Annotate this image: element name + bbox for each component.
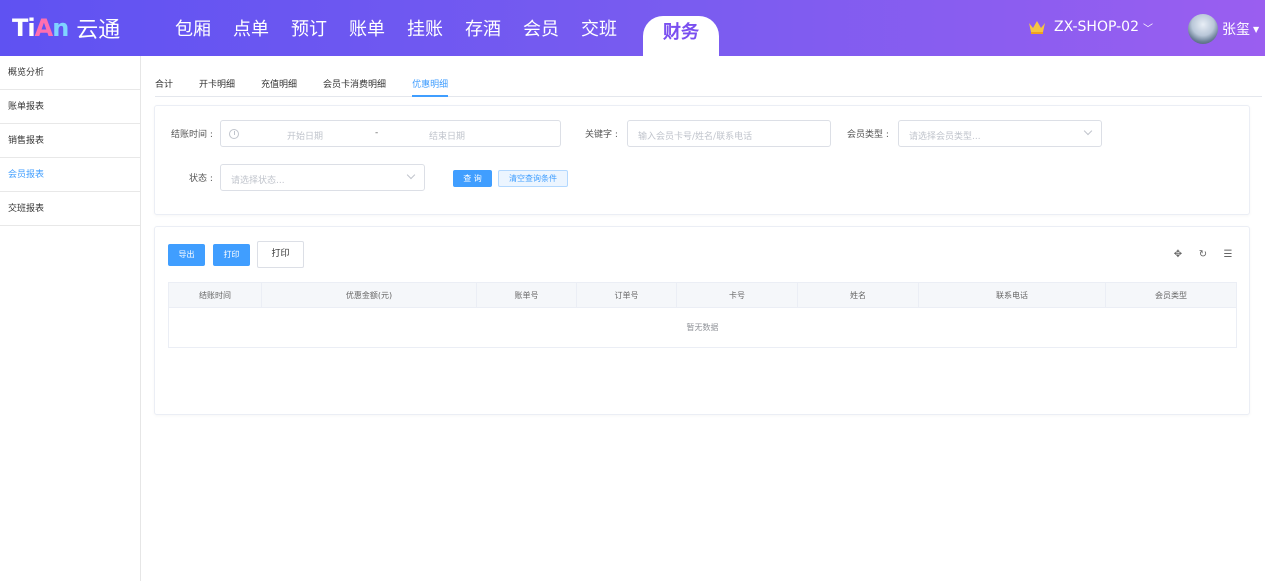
- clear-filters-button[interactable]: 清空查询条件: [498, 170, 568, 187]
- end-date-input[interactable]: 结束日期: [429, 129, 465, 142]
- keyword-input[interactable]: 输入会员卡号/姓名/联系电话: [627, 120, 831, 147]
- tab-recharge-detail[interactable]: 充值明细: [261, 66, 297, 96]
- clock-icon: [229, 129, 239, 139]
- chevron-down-icon: ﹀: [1142, 23, 1153, 35]
- status-select[interactable]: 请选择状态...: [220, 164, 425, 191]
- keyword-placeholder: 输入会员卡号/姓名/联系电话: [638, 132, 753, 142]
- settle-time-label: 结账时间 :: [171, 130, 213, 140]
- status-label: 状态 :: [189, 174, 213, 184]
- nav-item-member[interactable]: 会员: [523, 15, 559, 41]
- column-header[interactable]: 姓名: [798, 283, 919, 307]
- empty-state: 暂无数据: [686, 323, 719, 332]
- print-button[interactable]: 打印: [213, 244, 250, 266]
- nav-item-bill[interactable]: 账单: [349, 15, 385, 41]
- column-header[interactable]: 结账时间: [169, 283, 262, 307]
- shop-selector[interactable]: ZX-SHOP-02 ﹀: [1028, 19, 1153, 35]
- logo-text: 云通: [76, 18, 121, 43]
- export-button[interactable]: 导出: [168, 244, 205, 266]
- column-header[interactable]: 卡号: [677, 283, 798, 307]
- avatar: [1188, 14, 1218, 44]
- tab-discount-detail[interactable]: 优惠明细: [412, 66, 449, 97]
- shop-name: ZX-SHOP-02: [1054, 19, 1139, 35]
- column-header[interactable]: 账单号: [477, 283, 577, 307]
- nav-item-wine-storage[interactable]: 存酒: [465, 15, 501, 41]
- sidebar-item-shift-report[interactable]: 交班报表: [0, 192, 140, 226]
- print-button-secondary[interactable]: 打印: [257, 241, 304, 268]
- user-name: 张玺: [1222, 22, 1250, 38]
- discount-detail-table: 结账时间 优惠金额(元) 账单号 订单号 卡号 姓名 联系电话 会员类型 暂无数…: [168, 282, 1237, 348]
- nav-item-credit[interactable]: 挂账: [407, 15, 443, 41]
- member-type-placeholder: 请选择会员类型...: [909, 132, 981, 142]
- column-header[interactable]: 联系电话: [919, 283, 1106, 307]
- date-separator: -: [375, 128, 379, 138]
- move-icon[interactable]: ✥: [1171, 249, 1185, 261]
- column-header[interactable]: 优惠金额(元): [262, 283, 477, 307]
- chevron-down-icon: [1083, 126, 1093, 136]
- table-header: 结账时间 优惠金额(元) 账单号 订单号 卡号 姓名 联系电话 会员类型: [169, 283, 1236, 308]
- sidebar-item-member-report[interactable]: 会员报表: [0, 158, 140, 192]
- user-menu[interactable]: 张玺 ▼: [1188, 14, 1259, 44]
- nav-item-booth[interactable]: 包厢: [175, 15, 211, 41]
- sidebar-item-overview[interactable]: 概览分析: [0, 56, 140, 90]
- tab-card-consumption-detail[interactable]: 会员卡消费明细: [323, 66, 386, 96]
- filter-panel: 结账时间 : 开始日期 - 结束日期 关键字 : 输入会员卡号/姓名/联系电话 …: [154, 105, 1250, 215]
- main-nav: 包厢 点单 预订 账单 挂账 存酒 会员 交班 财务: [175, 0, 741, 56]
- column-header[interactable]: 会员类型: [1106, 283, 1236, 307]
- member-type-label: 会员类型 :: [847, 130, 889, 140]
- app-logo[interactable]: TiAn 云通: [12, 13, 120, 43]
- report-tabs: 合计 开卡明细 充值明细 会员卡消费明细 优惠明细: [155, 66, 1262, 97]
- sidebar-item-bill-report[interactable]: 账单报表: [0, 90, 140, 124]
- nav-item-finance[interactable]: 财务: [643, 16, 719, 56]
- refresh-icon[interactable]: ↻: [1196, 249, 1210, 261]
- search-button[interactable]: 查 询: [453, 170, 492, 187]
- columns-icon[interactable]: ☰: [1221, 249, 1235, 261]
- sidebar: 概览分析 账单报表 销售报表 会员报表 交班报表: [0, 56, 141, 581]
- results-panel: 导出 打印 打印 ✥ ↻ ☰ 结账时间 优惠金额(元) 账单号 订单号 卡号 姓…: [154, 226, 1250, 415]
- sidebar-item-sales-report[interactable]: 销售报表: [0, 124, 140, 158]
- start-date-input[interactable]: 开始日期: [287, 129, 323, 142]
- caret-down-icon: ▼: [1253, 24, 1260, 34]
- member-type-select[interactable]: 请选择会员类型...: [898, 120, 1102, 147]
- keyword-label: 关键字 :: [585, 130, 618, 140]
- nav-item-order[interactable]: 点单: [233, 15, 269, 41]
- column-header[interactable]: 订单号: [577, 283, 677, 307]
- nav-item-reservation[interactable]: 预订: [291, 15, 327, 41]
- chevron-down-icon: [406, 170, 416, 180]
- tab-card-open-detail[interactable]: 开卡明细: [199, 66, 235, 96]
- table-toolbar: ✥ ↻ ☰: [1160, 249, 1235, 261]
- logo-mark: TiAn: [12, 14, 69, 42]
- nav-item-shift[interactable]: 交班: [581, 15, 617, 41]
- crown-icon: [1029, 21, 1045, 34]
- status-placeholder: 请选择状态...: [231, 176, 285, 186]
- date-range-picker[interactable]: 开始日期 - 结束日期: [220, 120, 561, 147]
- top-header: TiAn 云通 包厢 点单 预订 账单 挂账 存酒 会员 交班 财务 ZX-SH…: [0, 0, 1265, 56]
- tab-total[interactable]: 合计: [155, 66, 173, 96]
